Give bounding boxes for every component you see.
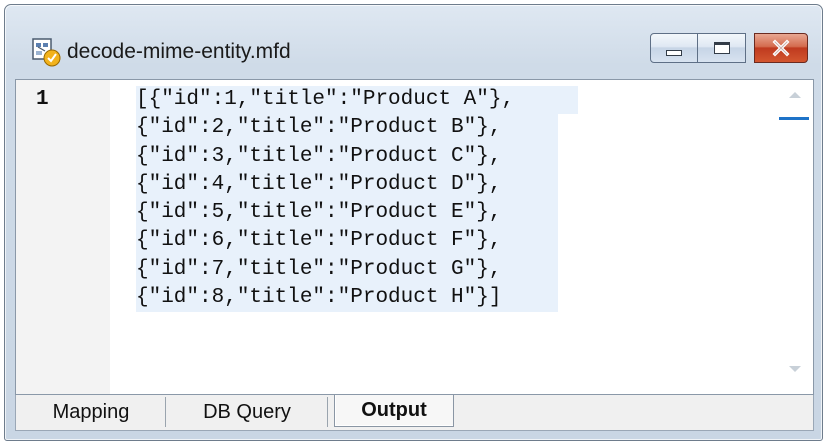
code-line: {"id":2,"title":"Product B"}, (136, 114, 558, 143)
line-number: 1 (36, 88, 49, 111)
maximize-icon (713, 42, 730, 54)
tab-output[interactable]: Output (334, 395, 454, 427)
close-icon (772, 39, 790, 57)
line-number-gutter: 1 (16, 80, 110, 394)
view-tabs: Mapping DB Query Output (15, 395, 814, 431)
tab-db-query[interactable]: DB Query (166, 395, 328, 429)
document-window: decode-mime-entity.mfd 1 [{"id":1,"title… (4, 4, 823, 441)
code-line: {"id":5,"title":"Product E"}, (136, 199, 558, 228)
tab-label: DB Query (203, 400, 291, 423)
code-content[interactable]: [{"id":1,"title":"Product A"}, {"id":2,"… (136, 86, 578, 313)
vertical-scrollbar[interactable] (777, 80, 813, 394)
code-line: {"id":6,"title":"Product F"}, (136, 227, 558, 256)
maximize-button[interactable] (698, 33, 746, 63)
chevron-up-icon (789, 92, 801, 98)
code-line: {"id":7,"title":"Product G"}, (136, 255, 558, 285)
title-bar[interactable]: decode-mime-entity.mfd (5, 5, 822, 81)
window-title: decode-mime-entity.mfd (67, 40, 291, 63)
code-line: [{"id":1,"title":"Product A"}, (136, 86, 578, 115)
minimize-icon (666, 50, 682, 56)
close-button[interactable] (754, 33, 808, 63)
minimize-button[interactable] (650, 33, 698, 63)
tab-mapping[interactable]: Mapping (16, 395, 166, 429)
mapforce-document-icon (32, 38, 61, 67)
tab-label: Output (361, 399, 427, 421)
scroll-position-marker[interactable] (779, 117, 809, 120)
code-line: {"id":3,"title":"Product C"}, (136, 142, 558, 171)
caption-buttons (650, 33, 808, 63)
tab-label: Mapping (52, 400, 130, 423)
scroll-up-button[interactable] (785, 88, 805, 102)
chevron-down-icon (789, 366, 801, 372)
code-line: {"id":4,"title":"Product D"}, (136, 170, 558, 200)
output-text-editor[interactable]: 1 [{"id":1,"title":"Product A"}, {"id":2… (15, 79, 814, 395)
scroll-down-button[interactable] (785, 362, 805, 376)
code-line: {"id":8,"title":"Product H"}] (136, 284, 558, 313)
